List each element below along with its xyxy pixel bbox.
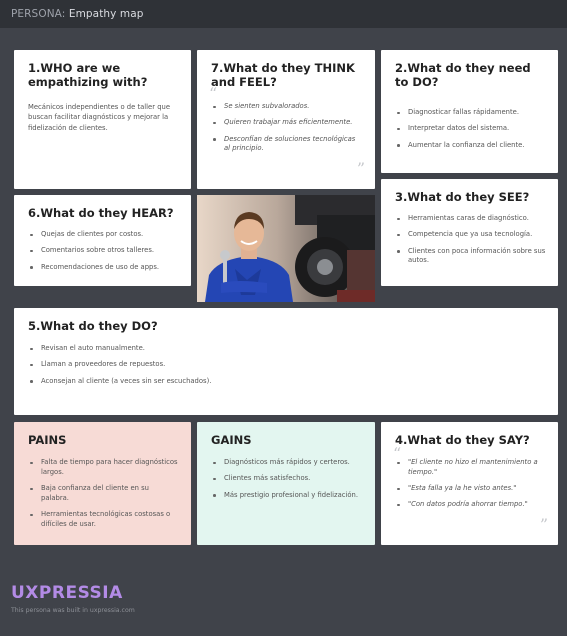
card-hear-title: 6.What do they HEAR?	[28, 206, 174, 220]
list-item: Desconfían de soluciones tecnológicas al…	[211, 135, 363, 155]
list-item: Interpretar datos del sistema.	[395, 124, 546, 134]
card-who: 1.WHO are we empathizing with? Mecánicos…	[14, 50, 191, 189]
need-list: Diagnosticar fallas rápidamente. Interpr…	[395, 108, 546, 150]
mechanic-image	[197, 195, 375, 302]
brand-logo[interactable]: UXPRESSIA	[11, 583, 123, 603]
card-see-title: 3.What do they SEE?	[395, 190, 530, 204]
say-list: "El cliente no hizo el mantenimiento a t…	[395, 458, 546, 510]
list-item: "Esta falla ya la he visto antes."	[395, 484, 546, 494]
card-gains-title: GAINS	[211, 433, 252, 447]
list-item: Diagnósticos más rápidos y certeros.	[211, 458, 363, 468]
brand-note: This persona was built in uxpressia.com	[11, 607, 135, 614]
list-item: Baja confianza del cliente en su palabra…	[28, 484, 179, 504]
page-title: Empathy map	[68, 8, 144, 20]
card-gains: GAINS Diagnósticos más rápidos y certero…	[197, 422, 375, 545]
do-list: Revisan el auto manualmente. Llaman a pr…	[28, 344, 546, 386]
hear-list: Quejas de clientes por costos. Comentari…	[28, 230, 179, 272]
card-need-title: 2.What do they need to DO?	[395, 61, 531, 89]
list-item: Se sienten subvalorados.	[211, 102, 363, 112]
gains-list: Diagnósticos más rápidos y certeros. Cli…	[211, 458, 363, 500]
list-item: Más prestigio profesional y fidelización…	[211, 491, 363, 501]
persona-photo	[197, 195, 375, 302]
card-who-text: Mecánicos independientes o de taller que…	[28, 103, 171, 132]
list-item: Quejas de clientes por costos.	[28, 230, 179, 240]
list-item: Competencia que ya usa tecnología.	[395, 230, 546, 240]
card-hear: 6.What do they HEAR? Quejas de clientes …	[14, 195, 191, 286]
list-item: Diagnosticar fallas rápidamente.	[395, 108, 546, 118]
list-item: Herramientas tecnológicas costosas o dif…	[28, 510, 179, 530]
list-item: "El cliente no hizo el mantenimiento a t…	[395, 458, 546, 478]
list-item: "Con datos podría ahorrar tiempo."	[395, 500, 546, 510]
list-item: Clientes más satisfechos.	[211, 474, 363, 484]
think-list: Se sienten subvalorados. Quieren trabaja…	[211, 102, 363, 154]
list-item: Falta de tiempo para hacer diagnósticos …	[28, 458, 179, 478]
card-think-feel: 7.What do they THINK and FEEL? “ Se sien…	[197, 50, 375, 189]
card-need: 2.What do they need to DO? Diagnosticar …	[381, 50, 558, 173]
list-item: Aumentar la confianza del cliente.	[395, 141, 546, 151]
list-item: Clientes con poca información sobre sus …	[395, 247, 546, 267]
card-pains: PAINS Falta de tiempo para hacer diagnós…	[14, 422, 191, 545]
pains-list: Falta de tiempo para hacer diagnósticos …	[28, 458, 179, 530]
card-think-title: 7.What do they THINK and FEEL?	[211, 61, 355, 89]
card-do: 5.What do they DO? Revisan el auto manua…	[14, 308, 558, 415]
list-item: Recomendaciones de uso de apps.	[28, 263, 179, 273]
list-item: Comentarios sobre otros talleres.	[28, 246, 179, 256]
list-item: Llaman a proveedores de repuestos.	[28, 360, 546, 370]
quote-close-icon: ”	[356, 159, 365, 178]
persona-prefix: PERSONA:	[11, 8, 66, 20]
card-see: 3.What do they SEE? Herramientas caras d…	[381, 179, 558, 286]
card-who-title: 1.WHO are we empathizing with?	[28, 61, 148, 89]
list-item: Quieren trabajar más eficientemente.	[211, 118, 363, 128]
list-item: Herramientas caras de diagnóstico.	[395, 214, 546, 224]
quote-open-icon: “	[209, 84, 218, 103]
card-pains-title: PAINS	[28, 433, 67, 447]
card-say: 4.What do they SAY? “ "El cliente no hiz…	[381, 422, 558, 545]
list-item: Aconsejan al cliente (a veces sin ser es…	[28, 377, 546, 387]
see-list: Herramientas caras de diagnóstico. Compe…	[395, 214, 546, 266]
list-item: Revisan el auto manualmente.	[28, 344, 546, 354]
card-do-title: 5.What do they DO?	[28, 319, 158, 333]
quote-close-icon: ”	[539, 515, 548, 534]
top-bar: PERSONA: Empathy map	[0, 0, 567, 28]
card-say-title: 4.What do they SAY?	[395, 433, 530, 447]
